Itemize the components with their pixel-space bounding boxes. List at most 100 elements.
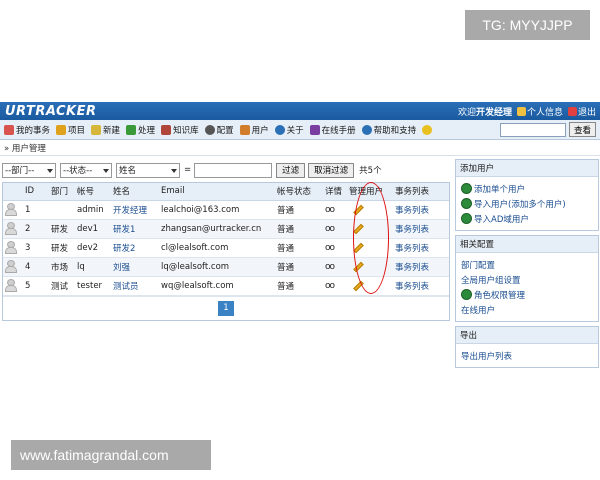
global-group-link[interactable]: 全局用户组设置 [461,272,593,287]
cell-account: dev2 [75,238,111,258]
check-icon [126,124,137,135]
filter-value-input[interactable] [194,162,273,178]
cell-tasks-link[interactable]: 事务列表 [393,200,449,220]
cancel-filter-button[interactable]: 取消过滤 [308,162,355,178]
cell-tasks-link[interactable]: 事务列表 [393,276,449,296]
department-select[interactable]: --部门-- [2,162,56,178]
department-select-value: --部门-- [5,166,35,176]
edit-pencil-icon[interactable] [353,280,364,291]
help-icon [361,124,372,135]
cell-name[interactable]: 开发经理 [111,200,159,220]
col-tasks: 事务列表 [393,183,449,201]
export-users-link[interactable]: 导出用户列表 [461,348,593,363]
cell-email: lealchoi@163.com [159,200,275,220]
dept-config-link[interactable]: 部门配置 [461,257,593,272]
watermark-top: TG: MYYJJPP [465,10,590,40]
cell-id: 2 [23,219,49,239]
col-id: ID [23,183,49,201]
logout-link[interactable]: 退出 [567,105,596,118]
users-icon [239,124,250,135]
new-icon [91,124,102,135]
nav-star[interactable] [422,124,434,135]
filter-button[interactable]: 过滤 [276,162,306,178]
edit-pencil-icon[interactable] [353,223,364,234]
cell-account: lq [75,257,111,277]
user-icon [5,278,17,292]
nav-projects[interactable]: 项目 [56,124,85,136]
nav-knowledge[interactable]: 知识库 [161,124,199,136]
main-nav: 我的事务 项目 新建 处理 知识库 配置 用户 关于 在线手册 帮助和支持 查看 [0,120,600,140]
cell-name[interactable]: 刘强 [111,257,159,277]
nav-label: 帮助和支持 [373,125,417,136]
details-icon[interactable]: oo [325,281,335,291]
nav-new[interactable]: 新建 [91,124,120,136]
cell-name[interactable]: 研发2 [111,238,159,258]
cell-tasks-link[interactable]: 事务列表 [393,257,449,277]
cell-dept: 市场 [49,257,75,277]
nav-about[interactable]: 关于 [274,124,304,136]
cell-status: 普通 [275,257,323,277]
cell-account: dev1 [75,219,111,239]
result-count: 共5个 [359,166,382,176]
cell-tasks-link[interactable]: 事务列表 [393,238,449,258]
cell-id: 4 [23,257,49,277]
book-icon [161,124,172,135]
import-users-link[interactable]: 导入用户(添加多个用户) [461,196,593,211]
cell-status: 普通 [275,219,323,239]
search-input[interactable] [499,122,566,137]
filter-bar: --部门-- --状态-- 姓名 = 过滤 取消过滤 共5个 [2,159,450,181]
edit-pencil-icon[interactable] [353,242,364,253]
user-icon [5,202,17,216]
user-icon [5,240,17,254]
table-row: 5 测试 tester 测试员 wq@lealsoft.com 普通 oo 事务… [3,276,449,296]
nav-label: 处理 [138,125,156,136]
nav-process[interactable]: 处理 [126,124,155,136]
nav-users[interactable]: 用户 [239,124,269,136]
col-status: 帐号状态 [275,183,323,201]
export-panel: 导出 导出用户列表 [455,326,599,368]
nav-help[interactable]: 帮助和支持 [361,124,417,136]
details-icon[interactable]: oo [325,243,335,253]
cell-name[interactable]: 研发1 [111,219,159,239]
details-icon[interactable]: oo [325,262,335,272]
pagination: 1 [3,295,449,320]
profile-link[interactable]: 个人信息 [516,105,563,118]
nav-manual[interactable]: 在线手册 [309,124,356,136]
status-select[interactable]: --状态-- [60,162,112,178]
page-button[interactable]: 1 [218,300,234,316]
field-select[interactable]: 姓名 [116,162,180,178]
logout-icon [567,106,577,116]
edit-pencil-icon[interactable] [353,261,364,272]
add-single-user-link[interactable]: 添加单个用户 [461,181,593,196]
role-permission-link[interactable]: 角色权限管理 [461,287,593,302]
user-add-icon [461,183,472,194]
user-table: ID 部门 帐号 姓名 Email 帐号状态 详情 管理用户 事务列表 1 ad… [3,183,449,296]
related-config-panel-body: 部门配置 全局用户组设置 角色权限管理 在线用户 [456,253,598,321]
link-label: 导入用户(添加多个用户) [474,199,566,210]
cell-tasks-link[interactable]: 事务列表 [393,219,449,239]
home-icon [4,124,14,135]
link-label: 角色权限管理 [474,290,526,301]
nav-label: 知识库 [173,125,199,136]
related-config-panel-title: 相关配置 [456,236,598,253]
details-icon[interactable]: oo [325,205,335,215]
table-row: 3 研发 dev2 研发2 cl@lealsoft.com 普通 oo 事务列表 [3,238,449,258]
table-row: 1 admin 开发经理 lealchoi@163.com 普通 oo 事务列表 [3,200,449,220]
nav-my-tasks[interactable]: 我的事务 [4,124,50,136]
app-header: URTRACKER 欢迎 开发经理 个人信息 退出 [0,102,600,120]
ad-user-icon [461,213,472,224]
add-user-panel: 添加用户 添加单个用户 导入用户(添加多个用户) 导入AD域用户 [455,159,599,231]
add-user-panel-body: 添加单个用户 导入用户(添加多个用户) 导入AD域用户 [456,177,598,230]
cell-name[interactable]: 测试员 [111,276,159,296]
import-ad-users-link[interactable]: 导入AD域用户 [461,211,593,226]
nav-config[interactable]: 配置 [204,124,234,136]
details-icon[interactable]: oo [325,224,335,234]
edit-pencil-icon[interactable] [353,204,364,215]
table-header-row: ID 部门 帐号 姓名 Email 帐号状态 详情 管理用户 事务列表 [3,183,449,201]
online-users-link[interactable]: 在线用户 [461,302,593,317]
table-row: 2 研发 dev1 研发1 zhangsan@urtracker.cn 普通 o… [3,219,449,239]
field-select-value: 姓名 [119,166,137,176]
cell-id: 1 [23,200,49,220]
chevron-down-icon [47,168,53,173]
search-button[interactable]: 查看 [568,122,596,137]
